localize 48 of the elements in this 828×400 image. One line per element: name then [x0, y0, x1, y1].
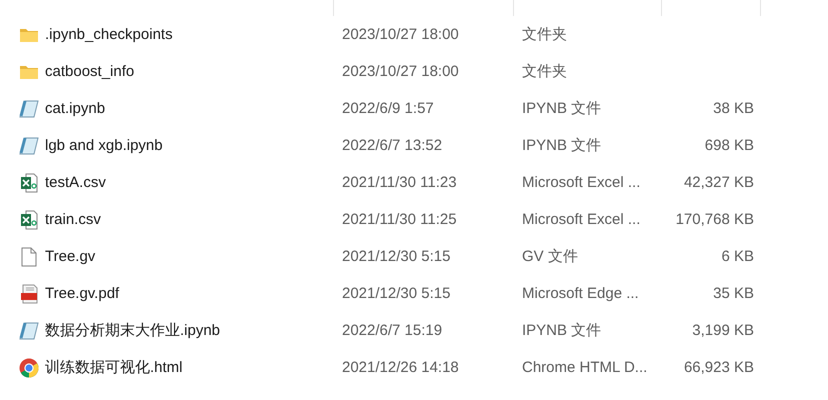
modified-date: 2021/12/26 14:18: [342, 359, 459, 376]
folder-icon: [19, 26, 39, 42]
file-type: IPYNB 文件: [522, 136, 602, 155]
file-type: Microsoft Edge ...: [522, 285, 639, 302]
modified-date: 2022/6/7 13:52: [342, 137, 442, 154]
file-size: 698 KB: [704, 137, 754, 154]
file-name[interactable]: testA.csv: [45, 174, 106, 191]
file-size: 42,327 KB: [684, 174, 754, 191]
file-type: Microsoft Excel ...: [522, 174, 640, 191]
browser-icon: [19, 358, 39, 378]
file-name[interactable]: Tree.gv.pdf: [45, 285, 120, 302]
notebook-icon: [19, 100, 39, 118]
file-name[interactable]: train.csv: [45, 211, 101, 228]
file-name[interactable]: lgb and xgb.ipynb: [45, 137, 163, 154]
modified-date: 2021/12/30 5:15: [342, 248, 450, 265]
notebook-icon: [19, 322, 39, 340]
modified-date: 2021/11/30 11:23: [342, 174, 457, 191]
file-size: 3,199 KB: [692, 322, 754, 339]
file-icon: [21, 246, 37, 266]
file-type: IPYNB 文件: [522, 321, 602, 340]
folder-icon: [19, 64, 39, 80]
file-size: 38 KB: [713, 100, 754, 117]
modified-date: 2021/12/30 5:15: [342, 285, 450, 302]
modified-date: 2023/10/27 18:00: [342, 63, 459, 80]
file-type: IPYNB 文件: [522, 99, 602, 118]
file-name[interactable]: cat.ipynb: [45, 100, 106, 117]
file-type: GV 文件: [522, 247, 578, 266]
file-type: 文件夹: [522, 62, 567, 81]
modified-date: 2021/11/30 11:25: [342, 211, 457, 228]
file-size: 170,768 KB: [676, 211, 754, 228]
spreadsheet-icon: [20, 172, 38, 192]
file-size: 66,923 KB: [684, 359, 754, 376]
file-name[interactable]: .ipynb_checkpoints: [45, 26, 173, 43]
modified-date: 2023/10/27 18:00: [342, 26, 459, 43]
file-name[interactable]: catboost_info: [45, 63, 134, 80]
modified-date: 2022/6/9 1:57: [342, 100, 434, 117]
file-type: Chrome HTML D...: [522, 359, 648, 376]
file-name[interactable]: Tree.gv: [45, 248, 96, 265]
file-name[interactable]: 训练数据可视化.html: [45, 358, 183, 377]
file-type: 文件夹: [522, 25, 567, 44]
file-type: Microsoft Excel ...: [522, 211, 640, 228]
notebook-icon: [19, 136, 39, 154]
file-size: 6 KB: [721, 248, 754, 265]
pdf-icon: [20, 284, 38, 304]
spreadsheet-icon: [20, 210, 38, 230]
file-size: 35 KB: [713, 285, 754, 302]
modified-date: 2022/6/7 15:19: [342, 322, 442, 339]
file-name[interactable]: 数据分析期末大作业.ipynb: [45, 321, 220, 340]
